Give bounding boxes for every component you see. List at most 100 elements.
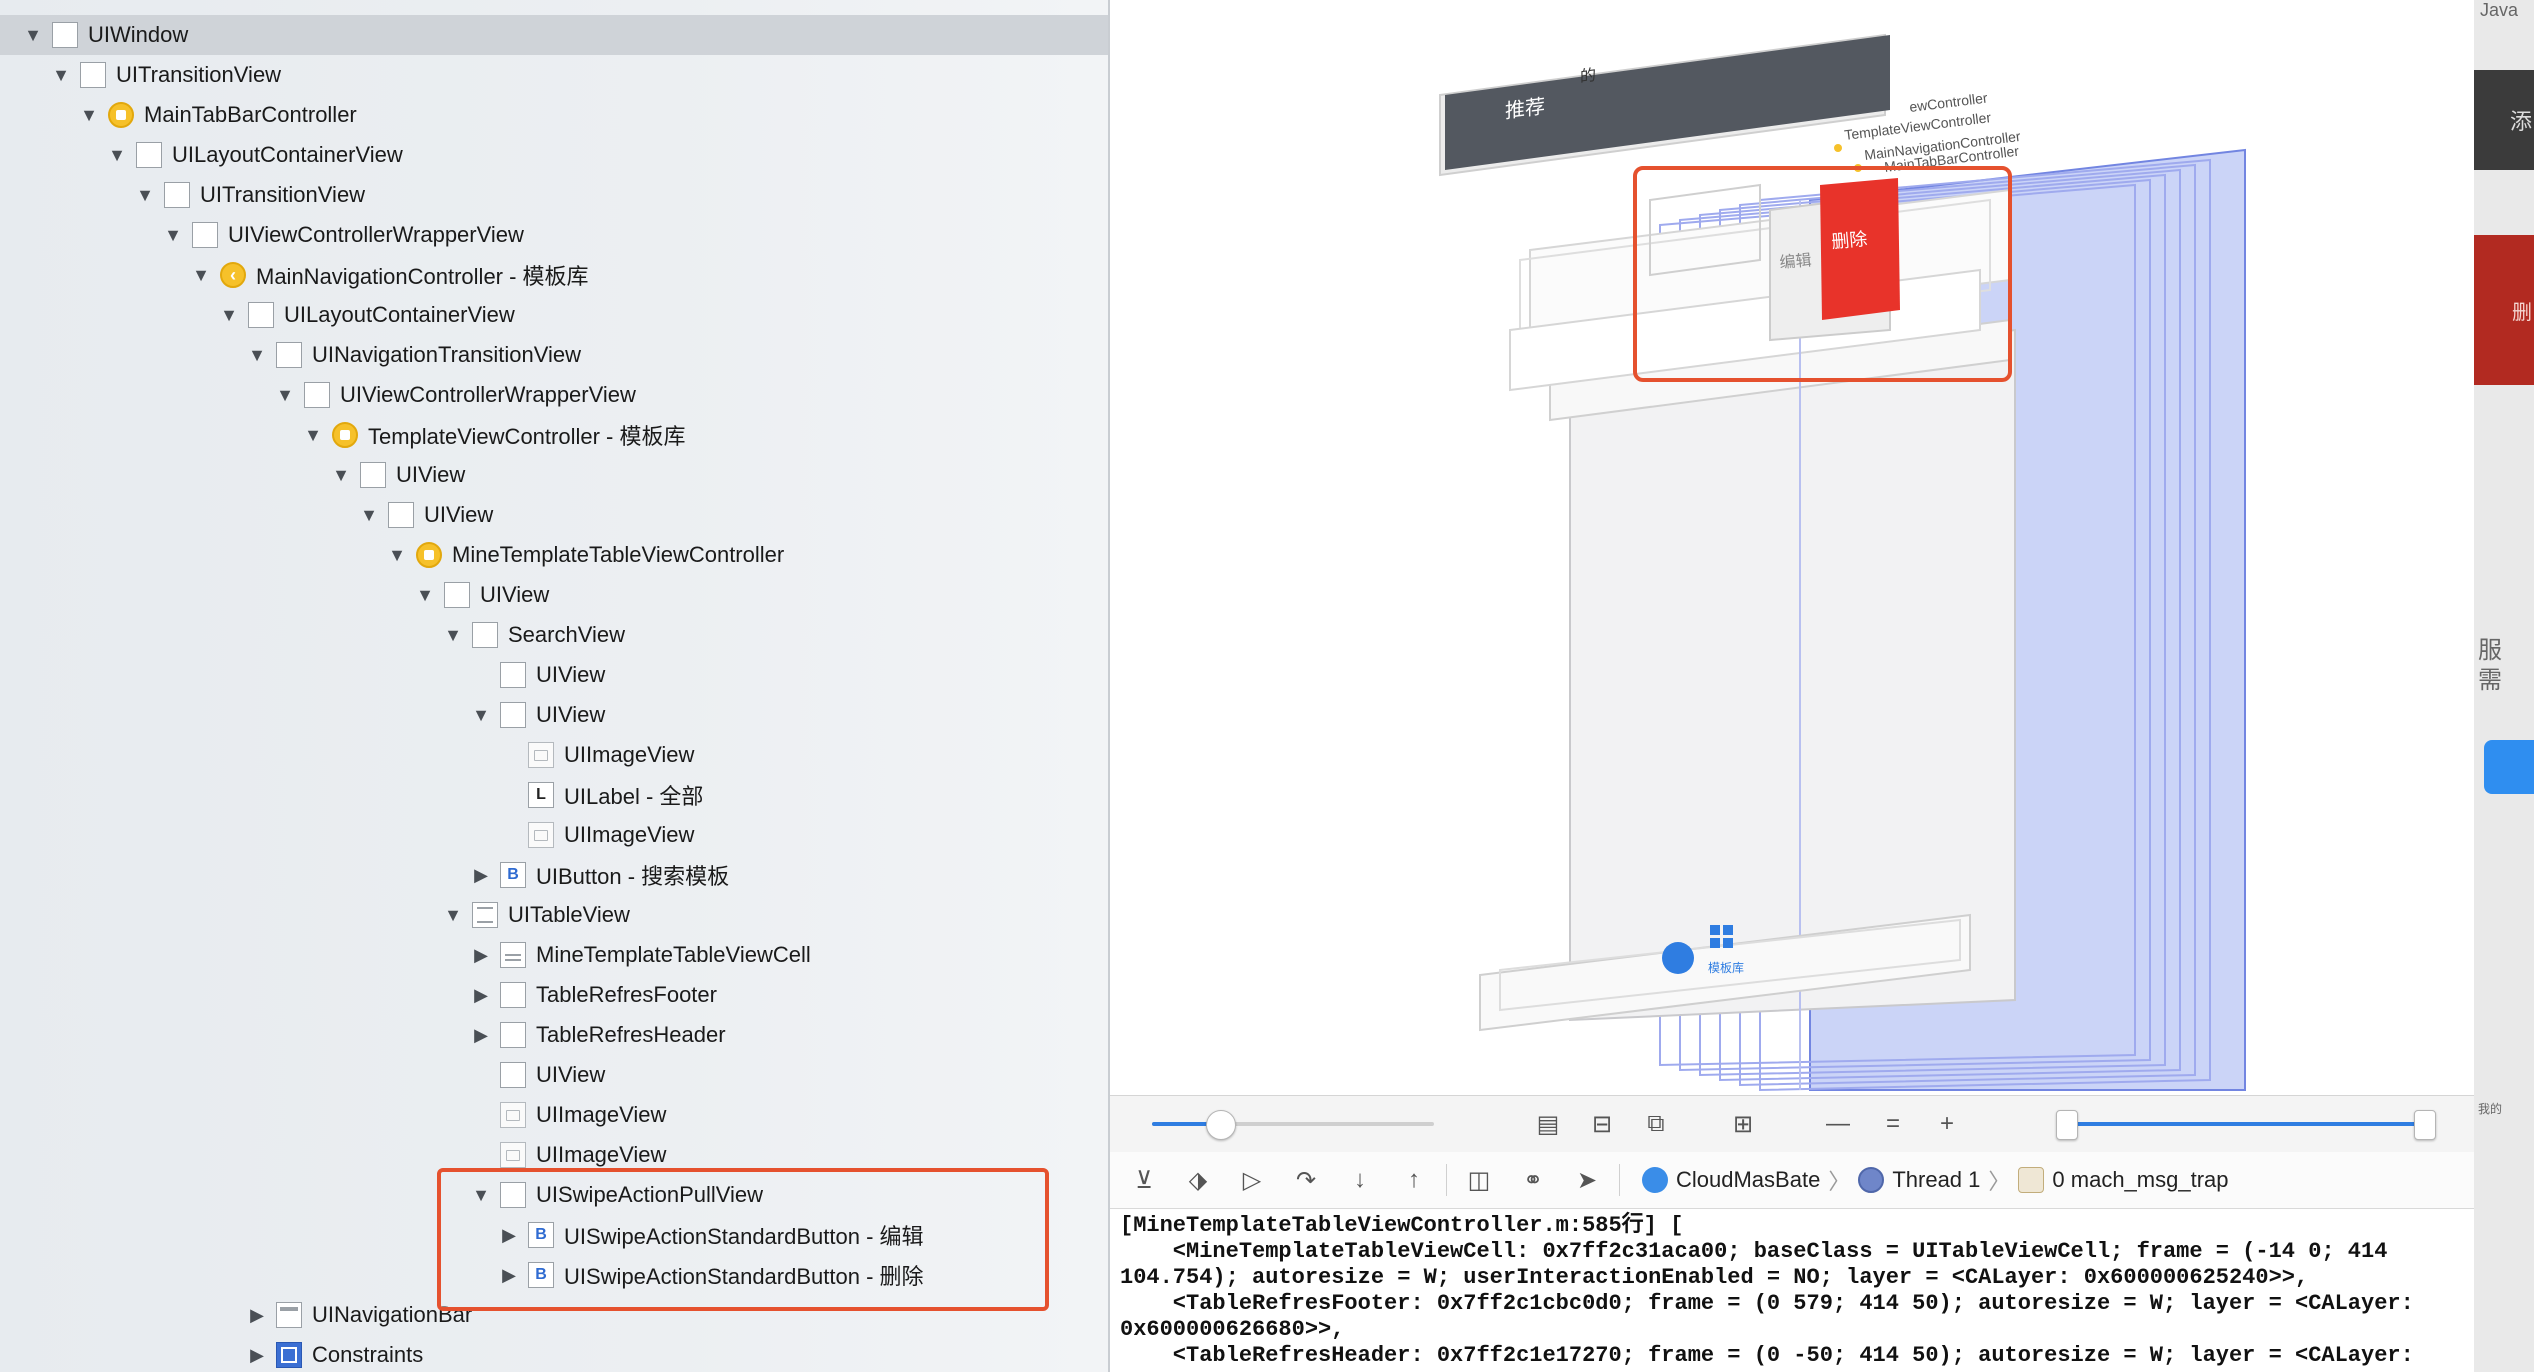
- tree-row-label: SearchView: [508, 622, 625, 647]
- tree-row[interactable]: ▼ TemplateViewController - 模板库: [0, 415, 1108, 455]
- exploded-3d-view[interactable]: 推荐 的 添加 ewController TemplateViewControl…: [1110, 0, 2474, 1095]
- step-over-icon[interactable]: ↷: [1286, 1160, 1326, 1200]
- view-icon: [444, 582, 470, 608]
- tree-row[interactable]: ▼ UITransitionView: [0, 175, 1108, 215]
- zoom-reset-icon[interactable]: =: [1878, 1110, 1908, 1138]
- disclosure-expanded-icon[interactable]: ▼: [274, 384, 296, 406]
- show-constraints-icon[interactable]: ⊟: [1587, 1110, 1617, 1138]
- zoom-out-icon[interactable]: —: [1823, 1110, 1853, 1138]
- tree-row-label: MineTemplateTableViewCell: [536, 942, 811, 967]
- tree-row[interactable]: ▶ MineTemplateTableViewCell: [0, 935, 1108, 975]
- tree-row-label: UIViewControllerWrapperView: [228, 222, 524, 247]
- disclosure-collapsed-icon[interactable]: ▶: [470, 944, 492, 966]
- disclosure-collapsed-icon[interactable]: ▶: [470, 864, 492, 886]
- tree-row[interactable]: ▼ UIWindow: [0, 15, 1108, 55]
- tree-row[interactable]: ▼ UIViewControllerWrapperView: [0, 215, 1108, 255]
- disclosure-expanded-icon[interactable]: ▼: [22, 24, 44, 46]
- tree-row-label: UIView: [480, 582, 550, 607]
- disclosure-expanded-icon[interactable]: ▼: [134, 184, 156, 206]
- canvas-toolbar: ▤ ⊟ ⧉ ⊞ — = +: [1110, 1095, 2474, 1153]
- range-slider-right-knob[interactable]: [2414, 1110, 2436, 1140]
- tree-row[interactable]: ▶ B UIButton - 搜索模板: [0, 855, 1108, 895]
- location-icon[interactable]: ➤: [1567, 1160, 1607, 1200]
- disclosure-collapsed-icon[interactable]: ▶: [246, 1304, 268, 1326]
- disclosure-expanded-icon[interactable]: ▼: [442, 904, 464, 926]
- view-hierarchy-icon[interactable]: ◫: [1459, 1160, 1499, 1200]
- tree-row[interactable]: ▼ UILayoutContainerView: [0, 135, 1108, 175]
- breadcrumb-frame[interactable]: 0 mach_msg_trap: [2018, 1167, 2229, 1193]
- tree-row[interactable]: ▼ UITableView: [0, 895, 1108, 935]
- table-cell-icon: [500, 942, 526, 968]
- tree-row[interactable]: ▼ UIView: [0, 495, 1108, 535]
- breakpoints-toggle-icon[interactable]: ⬗: [1178, 1160, 1218, 1200]
- tree-row[interactable]: ▼ UITransitionView: [0, 55, 1108, 95]
- range-slider-left-knob[interactable]: [2056, 1110, 2078, 1140]
- breadcrumb-scheme[interactable]: CloudMasBate: [1642, 1167, 1820, 1193]
- frame-icon: [2018, 1167, 2045, 1193]
- delete-swipe-label: 删除: [1831, 229, 1869, 252]
- disclosure-expanded-icon[interactable]: ▼: [190, 264, 212, 286]
- breadcrumb-thread[interactable]: Thread 1: [1858, 1167, 1980, 1193]
- tree-row[interactable]: ▼ UIView: [0, 455, 1108, 495]
- zoom-in-icon[interactable]: +: [1932, 1110, 1962, 1138]
- chevron-right-icon: 〉: [1988, 1169, 2011, 1194]
- tree-row[interactable]: ▶ TableRefresFooter: [0, 975, 1108, 1015]
- tree-row[interactable]: ▶ TableRefresHeader: [0, 1015, 1108, 1055]
- tree-row[interactable]: ▼ UILayoutContainerView: [0, 295, 1108, 335]
- debug-console[interactable]: [MineTemplateTableViewController.m:585行]…: [1110, 1209, 2474, 1372]
- tree-row[interactable]: ▼ UINavigationTransitionView: [0, 335, 1108, 375]
- tree-row[interactable]: ▶UIImageView: [0, 735, 1108, 775]
- tree-row[interactable]: ▼ UIView: [0, 695, 1108, 735]
- disclosure-expanded-icon[interactable]: ▼: [386, 544, 408, 566]
- tab-bar-template-label: 模板库: [1708, 960, 1744, 975]
- tree-row-label: Constraints: [312, 1342, 424, 1367]
- tree-row[interactable]: ▶UIImageView: [0, 815, 1108, 855]
- disclosure-expanded-icon[interactable]: ▼: [302, 424, 324, 446]
- hide-debug-area-icon[interactable]: ⊻: [1124, 1160, 1164, 1200]
- disclosure-expanded-icon[interactable]: ▼: [442, 624, 464, 646]
- tree-row[interactable]: ▶UIView: [0, 655, 1108, 695]
- chevron-right-icon: 〉: [1828, 1169, 1851, 1194]
- spacing-slider-knob[interactable]: [1206, 1110, 1236, 1140]
- disclosure-expanded-icon[interactable]: ▼: [246, 344, 268, 366]
- view-icon: [136, 142, 162, 168]
- tree-row[interactable]: ▼ MineTemplateTableViewController: [0, 535, 1108, 575]
- view-icon: [500, 662, 526, 688]
- tree-row[interactable]: ▼ SearchView: [0, 615, 1108, 655]
- tree-row-label: MainTabBarController: [144, 102, 357, 127]
- tree-row[interactable]: ▶ Constraints: [0, 1335, 1108, 1372]
- disclosure-expanded-icon[interactable]: ▼: [50, 64, 72, 86]
- disclosure-expanded-icon[interactable]: ▼: [218, 304, 240, 326]
- adjust-view-mode-icon[interactable]: ⧉: [1641, 1110, 1671, 1138]
- disclosure-expanded-icon[interactable]: ▼: [162, 224, 184, 246]
- continue-icon[interactable]: ▷: [1232, 1160, 1272, 1200]
- disclosure-expanded-icon[interactable]: ▼: [358, 504, 380, 526]
- disclosure-expanded-icon[interactable]: ▼: [470, 704, 492, 726]
- disclosure-collapsed-icon[interactable]: ▶: [246, 1344, 268, 1366]
- memory-graph-icon[interactable]: ⚭: [1513, 1160, 1553, 1200]
- tree-row[interactable]: ▼ MainTabBarController: [0, 95, 1108, 135]
- view-icon: [304, 382, 330, 408]
- disclosure-expanded-icon[interactable]: ▼: [330, 464, 352, 486]
- view-controller-icon: [416, 542, 442, 568]
- disclosure-expanded-icon[interactable]: ▼: [78, 104, 100, 126]
- disclosure-expanded-icon[interactable]: ▼: [106, 144, 128, 166]
- view-icon: [500, 702, 526, 728]
- disclosure-expanded-icon[interactable]: ▼: [414, 584, 436, 606]
- view-debugger-canvas[interactable]: 推荐 的 添加 ewController TemplateViewControl…: [1110, 0, 2474, 1095]
- step-out-icon[interactable]: ↑: [1394, 1160, 1434, 1200]
- console-line: <TableRefresFooter: 0x7ff2c1cbc0d0; fram…: [1120, 1291, 2414, 1316]
- show-clipped-icon[interactable]: ▤: [1533, 1110, 1563, 1138]
- tree-row[interactable]: ▼ UIView: [0, 575, 1108, 615]
- orient-3d-icon[interactable]: ⊞: [1728, 1110, 1758, 1138]
- tree-row[interactable]: ▼ UIViewControllerWrapperView: [0, 375, 1108, 415]
- tree-row-label: MineTemplateTableViewController: [452, 542, 785, 567]
- tree-row[interactable]: ▼ ‹ MainNavigationController - 模板库: [0, 255, 1108, 295]
- tree-row[interactable]: ▶UIImageView: [0, 1095, 1108, 1135]
- view-icon: [500, 1062, 526, 1088]
- step-into-icon[interactable]: ↓: [1340, 1160, 1380, 1200]
- tree-row[interactable]: ▶UIView: [0, 1055, 1108, 1095]
- tree-row[interactable]: ▶LUILabel - 全部: [0, 775, 1108, 815]
- disclosure-collapsed-icon[interactable]: ▶: [470, 1024, 492, 1046]
- disclosure-collapsed-icon[interactable]: ▶: [470, 984, 492, 1006]
